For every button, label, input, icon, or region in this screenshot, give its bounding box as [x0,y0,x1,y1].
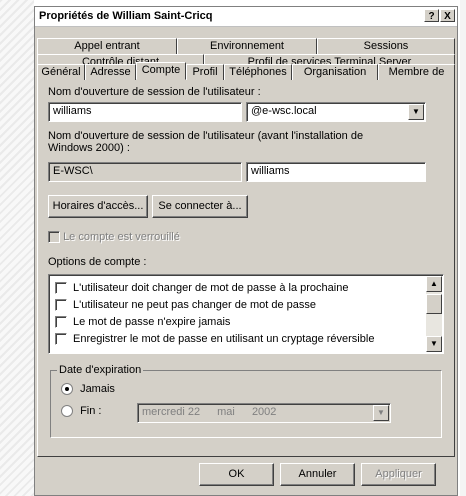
chevron-down-icon[interactable]: ▼ [408,104,424,120]
logon-name-label: Nom d'ouverture de session de l'utilisat… [48,86,261,98]
date-year: 2002 [251,406,277,418]
radio-end[interactable] [61,405,73,418]
list-item[interactable]: L'utilisateur ne peut pas changer de mot… [55,296,316,314]
tab-organisation[interactable]: Organisation [292,64,378,80]
tab-sessions[interactable]: Sessions [317,38,455,54]
list-item[interactable]: Enregistrer le mot de passe en utilisant… [55,330,374,348]
list-item[interactable]: Le mot de passe n'expire jamais [55,313,230,331]
account-locked-checkbox[interactable] [48,231,60,244]
option-checkbox[interactable] [55,316,67,329]
arrow-down-icon[interactable]: ▼ [426,336,442,352]
logon-name-input[interactable]: williams [48,102,242,122]
domain-select[interactable]: @e-wsc.local ▼ [246,102,426,122]
radio-end-row[interactable]: Fin : [61,405,102,418]
expiration-date-picker: mercredi 22 mai 2002 ▼ [137,403,391,423]
expiration-groupbox: Date d'expiration Jamais Fin : mercredi … [50,364,442,438]
apply-button[interactable]: Appliquer [361,463,436,486]
account-locked-checkbox-row[interactable]: Le compte est verrouillé [48,231,180,244]
background-pattern [0,0,34,496]
tab-row-3: Général Adresse Compte Profil Téléphones… [37,62,455,80]
account-options-list[interactable]: L'utilisateur doit changer de mot de pas… [48,274,444,354]
title-bar-buttons: ? X [423,9,455,22]
cancel-button[interactable]: Annuler [280,463,355,486]
account-locked-label: Le compte est verrouillé [63,231,180,243]
option-label: Enregistrer le mot de passe en utilisant… [73,333,375,345]
ok-button[interactable]: OK [199,463,274,486]
tab-panel-compte: Nom d'ouverture de session de l'utilisat… [37,79,455,457]
expiration-legend: Date d'expiration [57,364,144,376]
tab-compte[interactable]: Compte [136,62,186,80]
option-checkbox[interactable] [55,282,67,295]
date-month: mai [217,406,235,418]
tab-telephones[interactable]: Téléphones [224,64,292,80]
background-right-edge [460,0,466,496]
account-options-label: Options de compte : [48,256,147,268]
tab-appel-entrant[interactable]: Appel entrant [37,38,177,54]
date-day: mercredi 22 [142,406,201,418]
option-checkbox[interactable] [55,299,67,312]
logon-to-button[interactable]: Se connecter à... [152,195,248,218]
tab-environnement[interactable]: Environnement [177,38,317,54]
help-button[interactable]: ? [424,9,439,22]
logon-hours-button[interactable]: Horaires d'accès... [48,195,148,218]
radio-never-label: Jamais [80,383,115,395]
options-scrollbar[interactable]: ▲ ▼ [426,276,442,352]
dialog-title: Propriétés de William Saint-Cricq [39,10,213,22]
option-label: L'utilisateur ne peut pas changer de mot… [73,299,317,311]
chevron-down-icon: ▼ [373,405,389,421]
tab-row-1: Appel entrant Environnement Sessions [37,38,455,54]
pre2000-label: Nom d'ouverture de session de l'utilisat… [48,130,364,154]
tab-adresse[interactable]: Adresse [85,64,136,80]
option-checkbox[interactable] [55,333,67,346]
pre2000-name-input[interactable]: williams [246,162,426,182]
tab-profil[interactable]: Profil [186,64,224,80]
radio-never[interactable] [61,383,73,396]
option-label: L'utilisateur doit changer de mot de pas… [73,282,349,294]
list-item[interactable]: L'utilisateur doit changer de mot de pas… [55,279,348,297]
properties-dialog: Propriétés de William Saint-Cricq ? X Ap… [34,6,458,496]
domain-value: @e-wsc.local [251,105,317,117]
scroll-thumb[interactable] [426,294,442,314]
title-bar[interactable]: Propriétés de William Saint-Cricq ? X [35,7,457,27]
radio-end-label: Fin : [80,405,102,417]
option-label: Le mot de passe n'expire jamais [73,316,231,328]
tab-membre-de[interactable]: Membre de [378,64,455,80]
pre2000-domain-field: E-WSC\ [48,162,242,182]
arrow-up-icon[interactable]: ▲ [426,276,442,292]
radio-never-row[interactable]: Jamais [61,383,115,396]
close-button[interactable]: X [440,9,455,22]
tab-general[interactable]: Général [37,64,85,80]
